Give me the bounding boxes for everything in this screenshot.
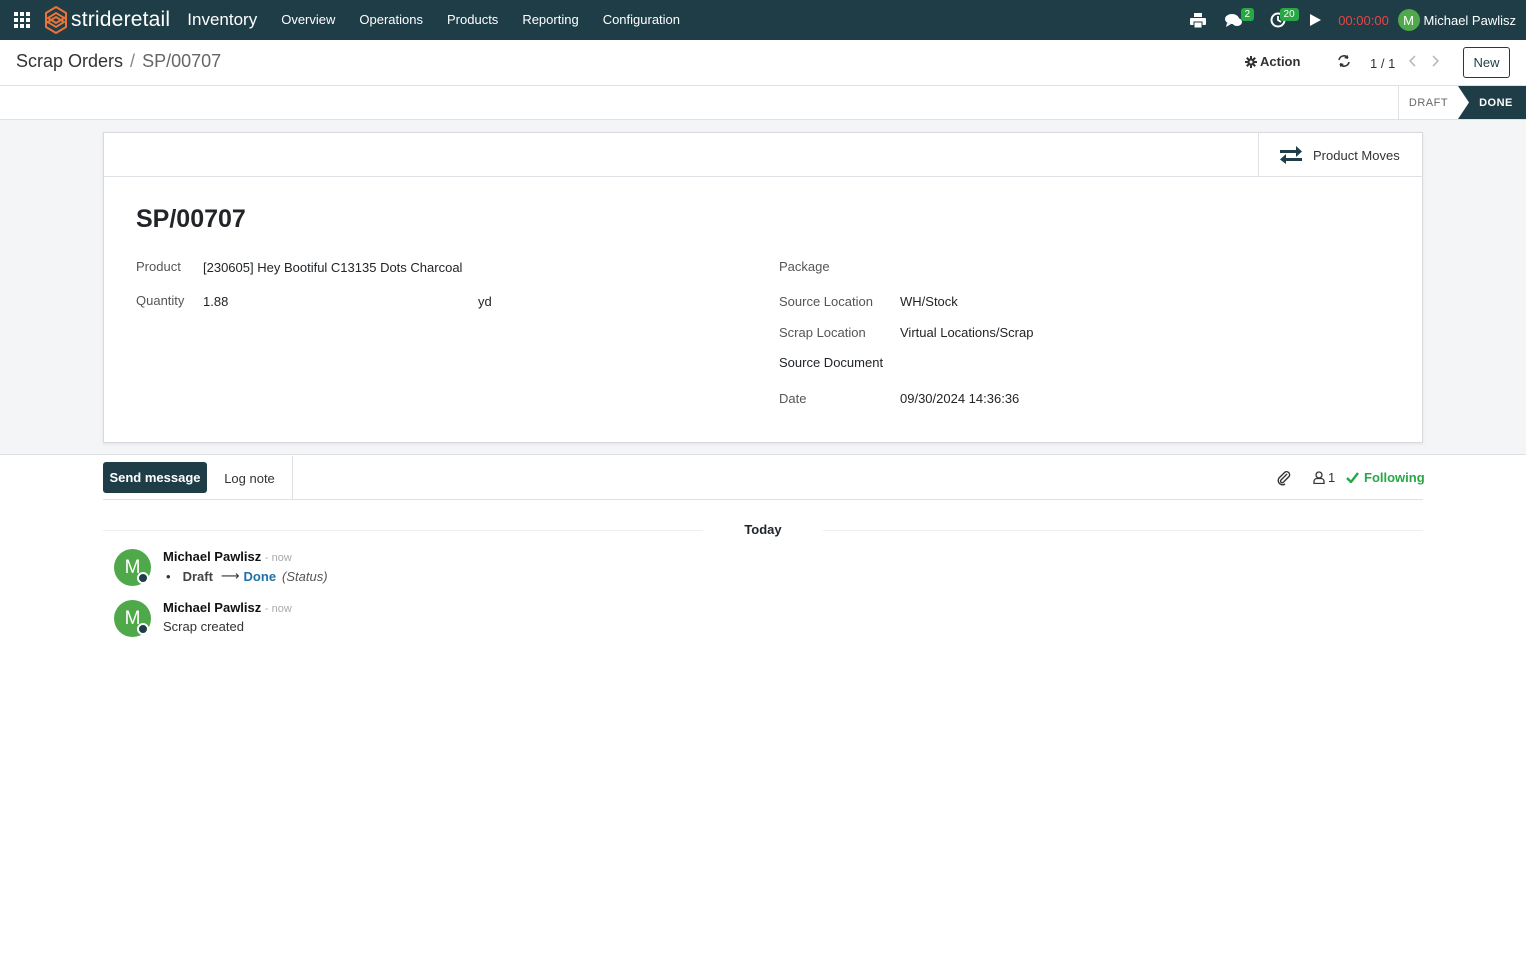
message-time: - now <box>264 552 292 564</box>
send-message-button[interactable]: Send message <box>103 462 207 493</box>
following-button[interactable]: Following <box>1346 470 1425 485</box>
smart-button-box: Product Moves <box>104 133 1422 177</box>
product-label: Product <box>136 259 181 274</box>
stage-done[interactable]: DONE <box>1458 86 1526 119</box>
breadcrumb: Scrap Orders / SP/00707 <box>16 51 221 72</box>
tracking-old-value: Draft <box>182 568 213 584</box>
transfer-arrows-icon <box>1280 146 1302 164</box>
package-label: Package <box>779 259 830 274</box>
messages-badge: 2 <box>1240 8 1255 21</box>
bullet-icon: • <box>166 568 171 584</box>
breadcrumb-separator: / <box>130 51 136 71</box>
following-label: Following <box>1364 470 1425 485</box>
user-name: Michael Pawlisz <box>1423 12 1516 28</box>
menu-reporting[interactable]: Reporting <box>510 0 590 40</box>
paperclip-icon[interactable] <box>1276 470 1292 489</box>
menu-operations[interactable]: Operations <box>347 0 435 40</box>
breadcrumb-current: SP/00707 <box>142 51 222 71</box>
date-label: Date <box>779 391 807 406</box>
chatter-topbar: Send message Log note 1 Following <box>103 456 1425 500</box>
chevron-left-icon[interactable] <box>1408 55 1418 70</box>
menu-products[interactable]: Products <box>435 0 510 40</box>
chevron-right-icon[interactable] <box>1430 55 1440 70</box>
brand-name-part2: retail <box>123 8 171 31</box>
timer-display: 00:00:00 <box>1338 12 1389 28</box>
tracking-value: • Draft ⟶ Done (Status) <box>163 568 328 584</box>
user-menu[interactable]: M Michael Pawlisz <box>1397 9 1516 31</box>
followers-button[interactable]: 1 <box>1313 470 1335 485</box>
product-moves-button[interactable]: Product Moves <box>1258 133 1422 177</box>
scrap-location-field[interactable]: Virtual Locations/Scrap <box>900 325 1033 340</box>
quantity-label: Quantity <box>136 293 185 308</box>
menu-overview[interactable]: Overview <box>269 0 347 40</box>
top-navbar: strideretail Inventory Overview Operatio… <box>0 0 1526 40</box>
message-body: Scrap created <box>163 619 244 634</box>
activities-icon[interactable]: 20 <box>1254 0 1302 40</box>
date-field[interactable]: 09/30/2024 14:36:36 <box>900 391 1019 406</box>
user-icon <box>1313 471 1325 484</box>
stage-draft[interactable]: DRAFT <box>1398 86 1458 119</box>
messages-icon[interactable]: 2 <box>1214 0 1255 40</box>
form-sheet: Product Moves SP/00707 Product [230605] … <box>103 132 1423 443</box>
record-title: SP/00707 <box>136 205 246 233</box>
status-bar: DRAFT DONE <box>0 86 1526 120</box>
control-panel: Scrap Orders / SP/00707 Action 1 / 1 New <box>0 40 1526 86</box>
action-button[interactable]: Action <box>1245 54 1300 69</box>
date-separator-today: Today <box>703 522 823 537</box>
scrap-location-label: Scrap Location <box>779 325 866 340</box>
log-note-button[interactable]: Log note <box>207 456 293 500</box>
check-icon <box>1346 472 1359 483</box>
action-label: Action <box>1260 54 1301 69</box>
tracking-field-name: (Status) <box>282 568 328 584</box>
pager-value[interactable]: 1 / 1 <box>1370 56 1395 71</box>
main-menu: Overview Operations Products Reporting C… <box>269 0 692 40</box>
navbar-systray: 2 20 00:00:00 M Michael Pawlisz <box>1182 0 1526 40</box>
online-status-icon <box>137 623 149 635</box>
apps-grid-icon[interactable] <box>0 0 44 40</box>
uom-field[interactable]: yd <box>478 294 492 309</box>
new-button[interactable]: New <box>1463 47 1510 78</box>
quantity-field[interactable]: 1.88 <box>203 294 228 309</box>
tracking-new-value: Done <box>243 568 277 584</box>
activities-badge: 20 <box>1279 8 1299 21</box>
print-icon[interactable] <box>1182 0 1214 40</box>
message-time: - now <box>264 603 292 615</box>
brand-logo[interactable]: strideretail <box>44 0 170 40</box>
followers-count: 1 <box>1328 470 1336 485</box>
message-author[interactable]: Michael Pawlisz <box>163 600 261 615</box>
breadcrumb-scrap-orders[interactable]: Scrap Orders <box>16 51 123 72</box>
brand-name-part1: stride <box>71 8 124 31</box>
user-avatar: M <box>1397 9 1420 31</box>
source-location-field[interactable]: WH/Stock <box>900 294 958 309</box>
arrow-right-icon: ⟶ <box>220 568 240 583</box>
message-author[interactable]: Michael Pawlisz <box>163 549 261 564</box>
online-status-icon <box>137 572 149 584</box>
menu-configuration[interactable]: Configuration <box>591 0 692 40</box>
refresh-icon[interactable] <box>1337 54 1351 71</box>
product-moves-label: Product Moves <box>1313 147 1400 163</box>
brand-logo-icon <box>45 6 67 34</box>
gear-icon <box>1245 55 1257 68</box>
source-location-label: Source Location <box>779 294 873 309</box>
source-document-label: Source Document <box>779 355 884 370</box>
app-title[interactable]: Inventory <box>187 10 257 30</box>
play-timer-icon[interactable] <box>1302 0 1330 40</box>
product-field[interactable]: [230605] Hey Bootiful C13135 Dots Charco… <box>203 260 462 275</box>
